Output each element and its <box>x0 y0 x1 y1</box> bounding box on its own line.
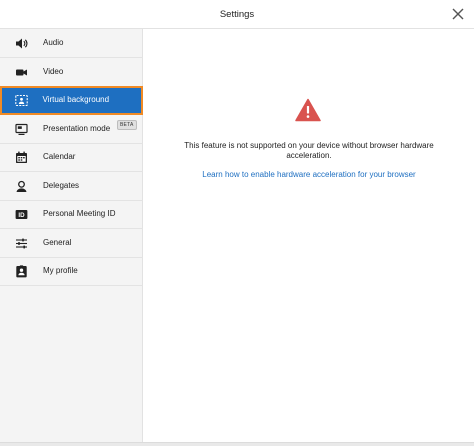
sidebar-item-label: General <box>43 238 72 247</box>
close-icon <box>452 8 464 20</box>
virtual-background-panel: This feature is not supported on your de… <box>144 29 474 442</box>
sidebar-item-label: Virtual background <box>42 94 110 104</box>
warning-triangle-icon <box>295 98 321 122</box>
sidebar-item-label: Presentation mode <box>43 124 111 133</box>
hardware-acceleration-help-link[interactable]: Learn how to enable hardware acceleratio… <box>144 170 474 179</box>
sidebar-item-virtual-background[interactable]: Virtual background <box>0 86 143 115</box>
sidebar-item-video[interactable]: Video <box>0 58 143 87</box>
bottom-edge <box>0 442 474 446</box>
beta-badge: BETA <box>117 120 137 130</box>
svg-text:ID: ID <box>18 212 25 219</box>
sidebar-item-my-profile[interactable]: My profile <box>0 257 143 286</box>
sidebar-item-personal-meeting-id[interactable]: ID Personal Meeting ID <box>0 200 143 229</box>
id-badge-icon: ID <box>15 208 28 221</box>
profile-icon <box>15 265 28 278</box>
sliders-icon <box>15 237 28 250</box>
unsupported-message: This feature is not supported on your de… <box>144 141 474 161</box>
sidebar-item-presentation-mode[interactable]: Presentation mode BETA <box>0 115 143 144</box>
sidebar-item-delegates[interactable]: Delegates <box>0 172 143 201</box>
sidebar-item-calendar[interactable]: Calendar <box>0 143 143 172</box>
dialog-header: Settings <box>0 0 474 29</box>
calendar-icon <box>15 151 28 164</box>
sidebar-item-label: Personal Meeting ID <box>43 209 116 218</box>
close-button[interactable] <box>451 7 465 21</box>
sidebar-item-audio[interactable]: Audio <box>0 29 143 58</box>
message-line: acceleration. <box>286 151 332 160</box>
video-camera-icon <box>15 66 28 79</box>
dialog-title: Settings <box>219 9 255 20</box>
presentation-icon <box>15 123 28 136</box>
settings-dialog: Settings Audio Video Virtual background … <box>0 0 474 446</box>
virtual-background-icon <box>14 94 28 107</box>
sidebar-item-label: My profile <box>43 266 78 275</box>
sidebar-item-general[interactable]: General <box>0 229 143 258</box>
sidebar-item-label: Calendar <box>43 152 76 161</box>
message-line: This feature is not supported on your de… <box>184 141 434 150</box>
sidebar-item-label: Audio <box>43 38 64 47</box>
sidebar-item-label: Delegates <box>43 181 80 190</box>
speaker-icon <box>15 37 28 50</box>
sidebar-item-label: Video <box>43 67 64 76</box>
settings-sidebar: Audio Video Virtual background Presentat… <box>0 29 143 442</box>
delegates-icon <box>15 180 28 193</box>
